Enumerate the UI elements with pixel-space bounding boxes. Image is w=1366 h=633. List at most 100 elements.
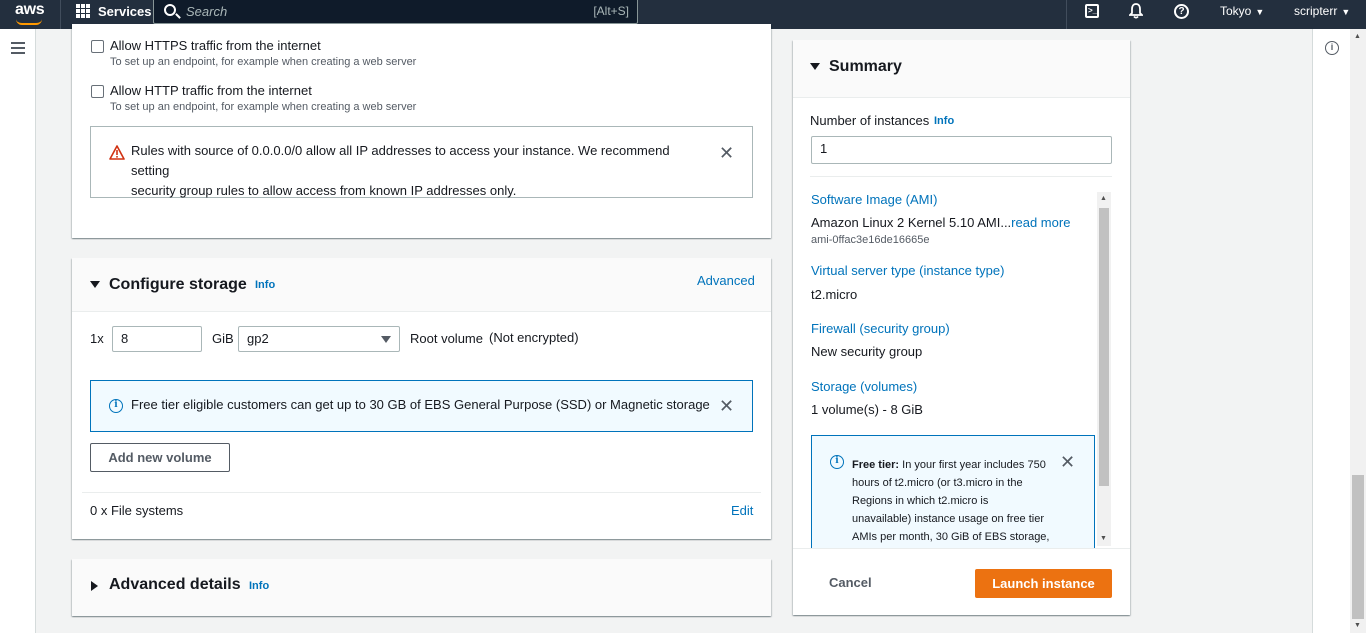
collapse-triangle-icon[interactable]	[90, 281, 100, 288]
region-selector[interactable]: Tokyo ▼	[1220, 4, 1264, 18]
notifications-bell-icon[interactable]	[1129, 3, 1143, 19]
https-checkbox[interactable]	[91, 40, 104, 53]
http-checkbox[interactable]	[91, 85, 104, 98]
https-label: Allow HTTPS traffic from the internet	[110, 38, 321, 53]
advanced-info-link[interactable]: Info	[249, 580, 269, 592]
search-input[interactable]: Search [Alt+S]	[153, 0, 638, 24]
caret-down-icon: ▼	[1341, 7, 1351, 17]
summary-scroll-thumb[interactable]	[1099, 208, 1109, 486]
free-tier-alert: i Free tier: In your first year includes…	[811, 435, 1095, 550]
advanced-details-title[interactable]: Advanced details	[109, 576, 241, 594]
caret-down-icon	[381, 336, 391, 343]
file-systems-count: 0 x File systems	[90, 503, 184, 518]
free-tier-line: unavailable) instance usage on free tier	[852, 513, 1045, 525]
storage-link[interactable]: Storage (volumes)	[811, 379, 917, 394]
cloudshell-icon[interactable]: >_	[1085, 4, 1099, 18]
search-icon	[164, 4, 176, 16]
warning-text: Rules with source of 0.0.0.0/0 allow all…	[131, 141, 711, 201]
volume-size-input[interactable]: 8	[112, 326, 202, 352]
instance-type-value: t2.micro	[811, 287, 858, 302]
aws-logo[interactable]: aws	[15, 1, 45, 19]
summary-title[interactable]: Summary	[829, 58, 902, 76]
nav-divider	[60, 0, 61, 29]
region-label: Tokyo	[1220, 4, 1252, 18]
free-tier-line: hours of t2.micro (or t3.micro in the	[852, 477, 1023, 489]
advanced-link[interactable]: Advanced	[697, 273, 755, 288]
firewall-value: New security group	[811, 344, 923, 359]
scroll-down-arrow-icon[interactable]: ▼	[1354, 622, 1361, 629]
services-menu[interactable]: Services	[98, 4, 152, 19]
security-warning-alert: Rules with source of 0.0.0.0/0 allow all…	[90, 126, 753, 198]
scroll-down-arrow-icon[interactable]: ▼	[1100, 535, 1107, 542]
cancel-button[interactable]: Cancel	[829, 575, 872, 590]
hamburger-menu-icon[interactable]	[11, 42, 25, 57]
volume-unit: GiB	[212, 331, 234, 346]
summary-scrollbar[interactable]: ▲ ▼	[1097, 192, 1111, 546]
warning-icon	[109, 145, 125, 160]
storage-title[interactable]: Configure storage	[109, 276, 247, 294]
add-new-volume-button[interactable]: Add new volume	[90, 443, 230, 472]
account-menu[interactable]: scripterr ▼	[1294, 4, 1350, 18]
ami-id: ami-0ffac3e16de16665e	[811, 234, 930, 246]
encryption-status: (Not encrypted)	[489, 330, 579, 345]
https-description: To set up an endpoint, for example when …	[110, 56, 417, 68]
search-shortcut: [Alt+S]	[593, 4, 629, 18]
storage-value: 1 volume(s) - 8 GiB	[811, 402, 923, 417]
ami-value: Amazon Linux 2 Kernel 5.10 AMI...	[811, 215, 1012, 230]
free-tier-text: Free tier: In your first year includes 7…	[852, 456, 1052, 546]
nav-divider	[1066, 0, 1067, 29]
close-icon[interactable]: ✕	[719, 397, 734, 415]
summary-header: Summary	[793, 40, 1130, 98]
collapse-triangle-icon[interactable]	[810, 63, 820, 70]
warning-line-2: security group rules to allow access fro…	[131, 183, 517, 198]
launch-instance-button[interactable]: Launch instance	[975, 569, 1112, 598]
help-panel-strip: i	[1312, 29, 1350, 633]
close-icon[interactable]: ✕	[1060, 453, 1075, 471]
page-scroll-thumb[interactable]	[1352, 475, 1364, 619]
http-description: To set up an endpoint, for example when …	[110, 101, 417, 113]
left-nav-drawer	[0, 29, 36, 633]
divider	[82, 492, 761, 493]
volume-multiplier: 1x	[90, 331, 104, 346]
caret-down-icon: ▼	[1255, 7, 1265, 17]
aws-logo-smile	[16, 19, 42, 25]
volume-type-value: gp2	[247, 331, 269, 346]
free-tier-line: AMIs per month, 30 GiB of EBS storage,	[852, 531, 1050, 543]
scroll-up-arrow-icon[interactable]: ▲	[1354, 33, 1361, 40]
divider	[810, 176, 1112, 177]
storage-header: Configure storage Info Advanced	[72, 258, 771, 312]
ami-link[interactable]: Software Image (AMI)	[811, 192, 937, 207]
firewall-link[interactable]: Firewall (security group)	[811, 321, 950, 336]
free-tier-line: Regions in which t2.micro is	[852, 495, 989, 507]
number-of-instances-input[interactable]: 1	[811, 136, 1112, 164]
network-settings-panel: Allow HTTPS traffic from the internet To…	[72, 24, 771, 238]
free-tier-title: Free tier:	[852, 459, 900, 471]
info-icon: i	[109, 399, 123, 413]
volume-type-select[interactable]: gp2	[238, 326, 400, 352]
scroll-up-arrow-icon[interactable]: ▲	[1100, 195, 1107, 202]
storage-info-link[interactable]: Info	[255, 279, 275, 291]
services-grid-icon[interactable]	[76, 4, 90, 18]
free-tier-storage-text: Free tier eligible customers can get up …	[131, 397, 710, 412]
page-scrollbar[interactable]: ▲ ▼	[1350, 29, 1366, 633]
instances-info-link[interactable]: Info	[934, 115, 954, 127]
instance-type-link[interactable]: Virtual server type (instance type)	[811, 263, 1004, 278]
free-tier-storage-alert: i Free tier eligible customers can get u…	[90, 380, 753, 432]
help-icon[interactable]: ?	[1174, 4, 1189, 19]
ami-summary: Amazon Linux 2 Kernel 5.10 AMI...read mo…	[811, 215, 1070, 230]
warning-line-1: Rules with source of 0.0.0.0/0 allow all…	[131, 143, 670, 178]
info-panel-icon[interactable]: i	[1325, 41, 1339, 55]
expand-triangle-icon[interactable]	[91, 581, 98, 591]
instances-label: Number of instances	[810, 113, 930, 128]
info-icon: i	[830, 455, 844, 469]
configure-storage-panel: Configure storage Info Advanced 1x 8 GiB…	[72, 258, 771, 539]
root-volume-label: Root volume	[410, 331, 483, 346]
http-label: Allow HTTP traffic from the internet	[110, 83, 312, 98]
account-name: scripterr	[1294, 4, 1338, 18]
read-more-link[interactable]: read more	[1011, 215, 1070, 230]
free-tier-line: In your first year includes 750	[902, 459, 1046, 471]
edit-file-systems-link[interactable]: Edit	[731, 503, 753, 518]
search-placeholder: Search	[186, 4, 228, 19]
advanced-details-panel: Advanced details Info	[72, 559, 771, 616]
close-icon[interactable]: ✕	[719, 144, 734, 162]
